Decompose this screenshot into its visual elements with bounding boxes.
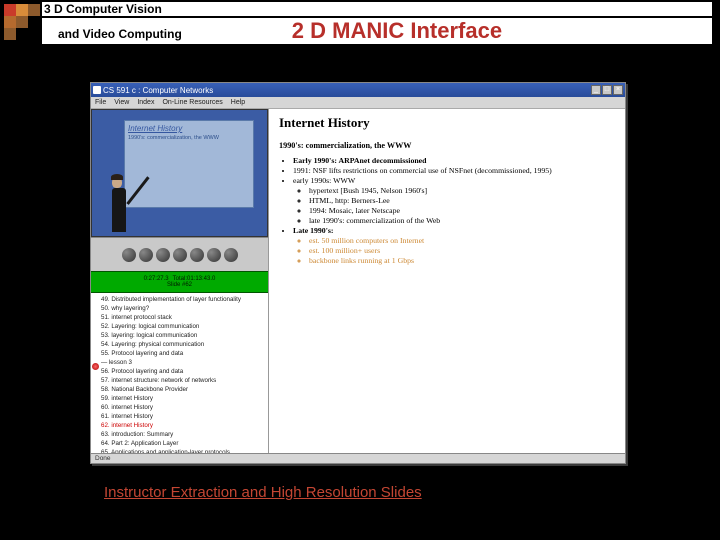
minimize-button[interactable]: _	[591, 85, 601, 95]
proj-title: Internet History	[128, 124, 250, 133]
status-bar: Done	[91, 453, 625, 463]
outline-item[interactable]: 54. Layering: physical communication	[101, 340, 266, 349]
maximize-button[interactable]: □	[602, 85, 612, 95]
sub-bullet: est. 100 million+ users	[309, 246, 615, 256]
manic-app-window: CS 591 c : Computer Networks _ □ × File …	[90, 82, 626, 464]
slide-number: Slide #62	[167, 282, 192, 288]
playback-controls	[91, 237, 268, 271]
sub-bullet: 1994: Mosaic, later Netscape	[309, 206, 615, 216]
decorative-blocks-low	[4, 28, 40, 40]
decorative-blocks-top	[4, 4, 40, 16]
current-marker-icon	[92, 363, 99, 370]
footer-caption: Instructor Extraction and High Resolutio…	[104, 484, 422, 501]
sub-bullet: est. 50 million computers on Internet	[309, 236, 615, 246]
slide-outline[interactable]: 49. Distributed implementation of layer …	[91, 293, 268, 453]
decorative-blocks-mid	[4, 16, 40, 28]
outline-item[interactable]: 61. internet History	[101, 412, 266, 421]
outline-item[interactable]: 57. internet structure: network of netwo…	[101, 376, 266, 385]
lecture-video[interactable]: Internet History 1990's: commercializati…	[91, 109, 268, 237]
close-button[interactable]: ×	[613, 85, 623, 95]
timeline-display: 0:27:27.3 Total:01:13:43.0 Slide #62	[91, 271, 268, 293]
content-heading: Internet History	[279, 115, 615, 131]
outline-lesson[interactable]: — lesson 3	[101, 358, 266, 367]
window-titlebar[interactable]: CS 591 c : Computer Networks _ □ ×	[91, 83, 625, 97]
outline-item[interactable]: 51. internet protocol stack	[101, 313, 266, 322]
menu-help[interactable]: Help	[231, 99, 245, 106]
header-line-1: 3 D Computer Vision	[42, 2, 712, 16]
outline-item[interactable]: 59. internet History	[101, 394, 266, 403]
projector-screen: Internet History 1990's: commercializati…	[124, 120, 254, 208]
header-text-block: 3 D Computer Vision and Video Computing …	[42, 0, 712, 44]
menu-online[interactable]: On-Line Resources	[162, 99, 222, 106]
outline-item[interactable]: 50. why layering?	[101, 304, 266, 313]
left-pane: Internet History 1990's: commercializati…	[91, 109, 269, 453]
bullet: Early 1990's: ARPAnet decommissioned	[293, 156, 615, 166]
outline-item[interactable]: 56. Protocol layering and data	[101, 367, 266, 376]
slide-title: 2 D MANIC Interface	[292, 18, 502, 44]
slide-header: 3 D Computer Vision and Video Computing …	[0, 0, 720, 56]
bullet: Late 1990's:	[293, 226, 615, 236]
window-title: CS 591 c : Computer Networks	[103, 86, 213, 95]
forward-button[interactable]	[207, 248, 221, 262]
instructor-figure	[98, 152, 140, 232]
sub-bullet: late 1990's: commercialization of the We…	[309, 216, 615, 226]
skip-fwd-button[interactable]	[224, 248, 238, 262]
rewind-button[interactable]	[139, 248, 153, 262]
menu-bar: File View Index On-Line Resources Help	[91, 97, 625, 109]
outline-item-current[interactable]: 62. internet History	[101, 421, 266, 430]
header-line-2: and Video Computing	[44, 27, 182, 41]
outline-item[interactable]: 58. National Backbone Provider	[101, 385, 266, 394]
outline-item[interactable]: 55. Protocol layering and data	[101, 349, 266, 358]
outline-item[interactable]: 52. Layering: logical communication	[101, 322, 266, 331]
bullet: 1991: NSF lifts restrictions on commerci…	[293, 166, 615, 176]
app-icon	[93, 86, 101, 94]
pause-button[interactable]	[173, 248, 187, 262]
outline-item[interactable]: 64. Part 2: Application Layer	[101, 439, 266, 448]
outline-item[interactable]: 63. introduction: Summary	[101, 430, 266, 439]
play-button[interactable]	[156, 248, 170, 262]
time-elapsed: 0:27:27.3	[144, 276, 169, 282]
content-section: 1990's: commercialization, the WWW	[279, 141, 615, 150]
bullet: early 1990s: WWW	[293, 176, 615, 186]
proj-subtitle: 1990's: commercialization, the WWW	[128, 135, 250, 141]
sub-bullet: backbone links running at 1 Gbps	[309, 256, 615, 266]
outline-item[interactable]: 60. internet History	[101, 403, 266, 412]
menu-view[interactable]: View	[114, 99, 129, 106]
outline-item[interactable]: 53. layering: logical communication	[101, 331, 266, 340]
menu-file[interactable]: File	[95, 99, 106, 106]
menu-index[interactable]: Index	[137, 99, 154, 106]
sub-bullet: HTML, http: Berners-Lee	[309, 196, 615, 206]
skip-back-button[interactable]	[122, 248, 136, 262]
sub-bullet: hypertext [Bush 1945, Nelson 1960's]	[309, 186, 615, 196]
slide-content: Internet History 1990's: commercializati…	[269, 109, 625, 453]
stop-button[interactable]	[190, 248, 204, 262]
outline-item[interactable]: 65. Applications and application-layer p…	[101, 448, 266, 453]
outline-item[interactable]: 49. Distributed implementation of layer …	[101, 295, 266, 304]
